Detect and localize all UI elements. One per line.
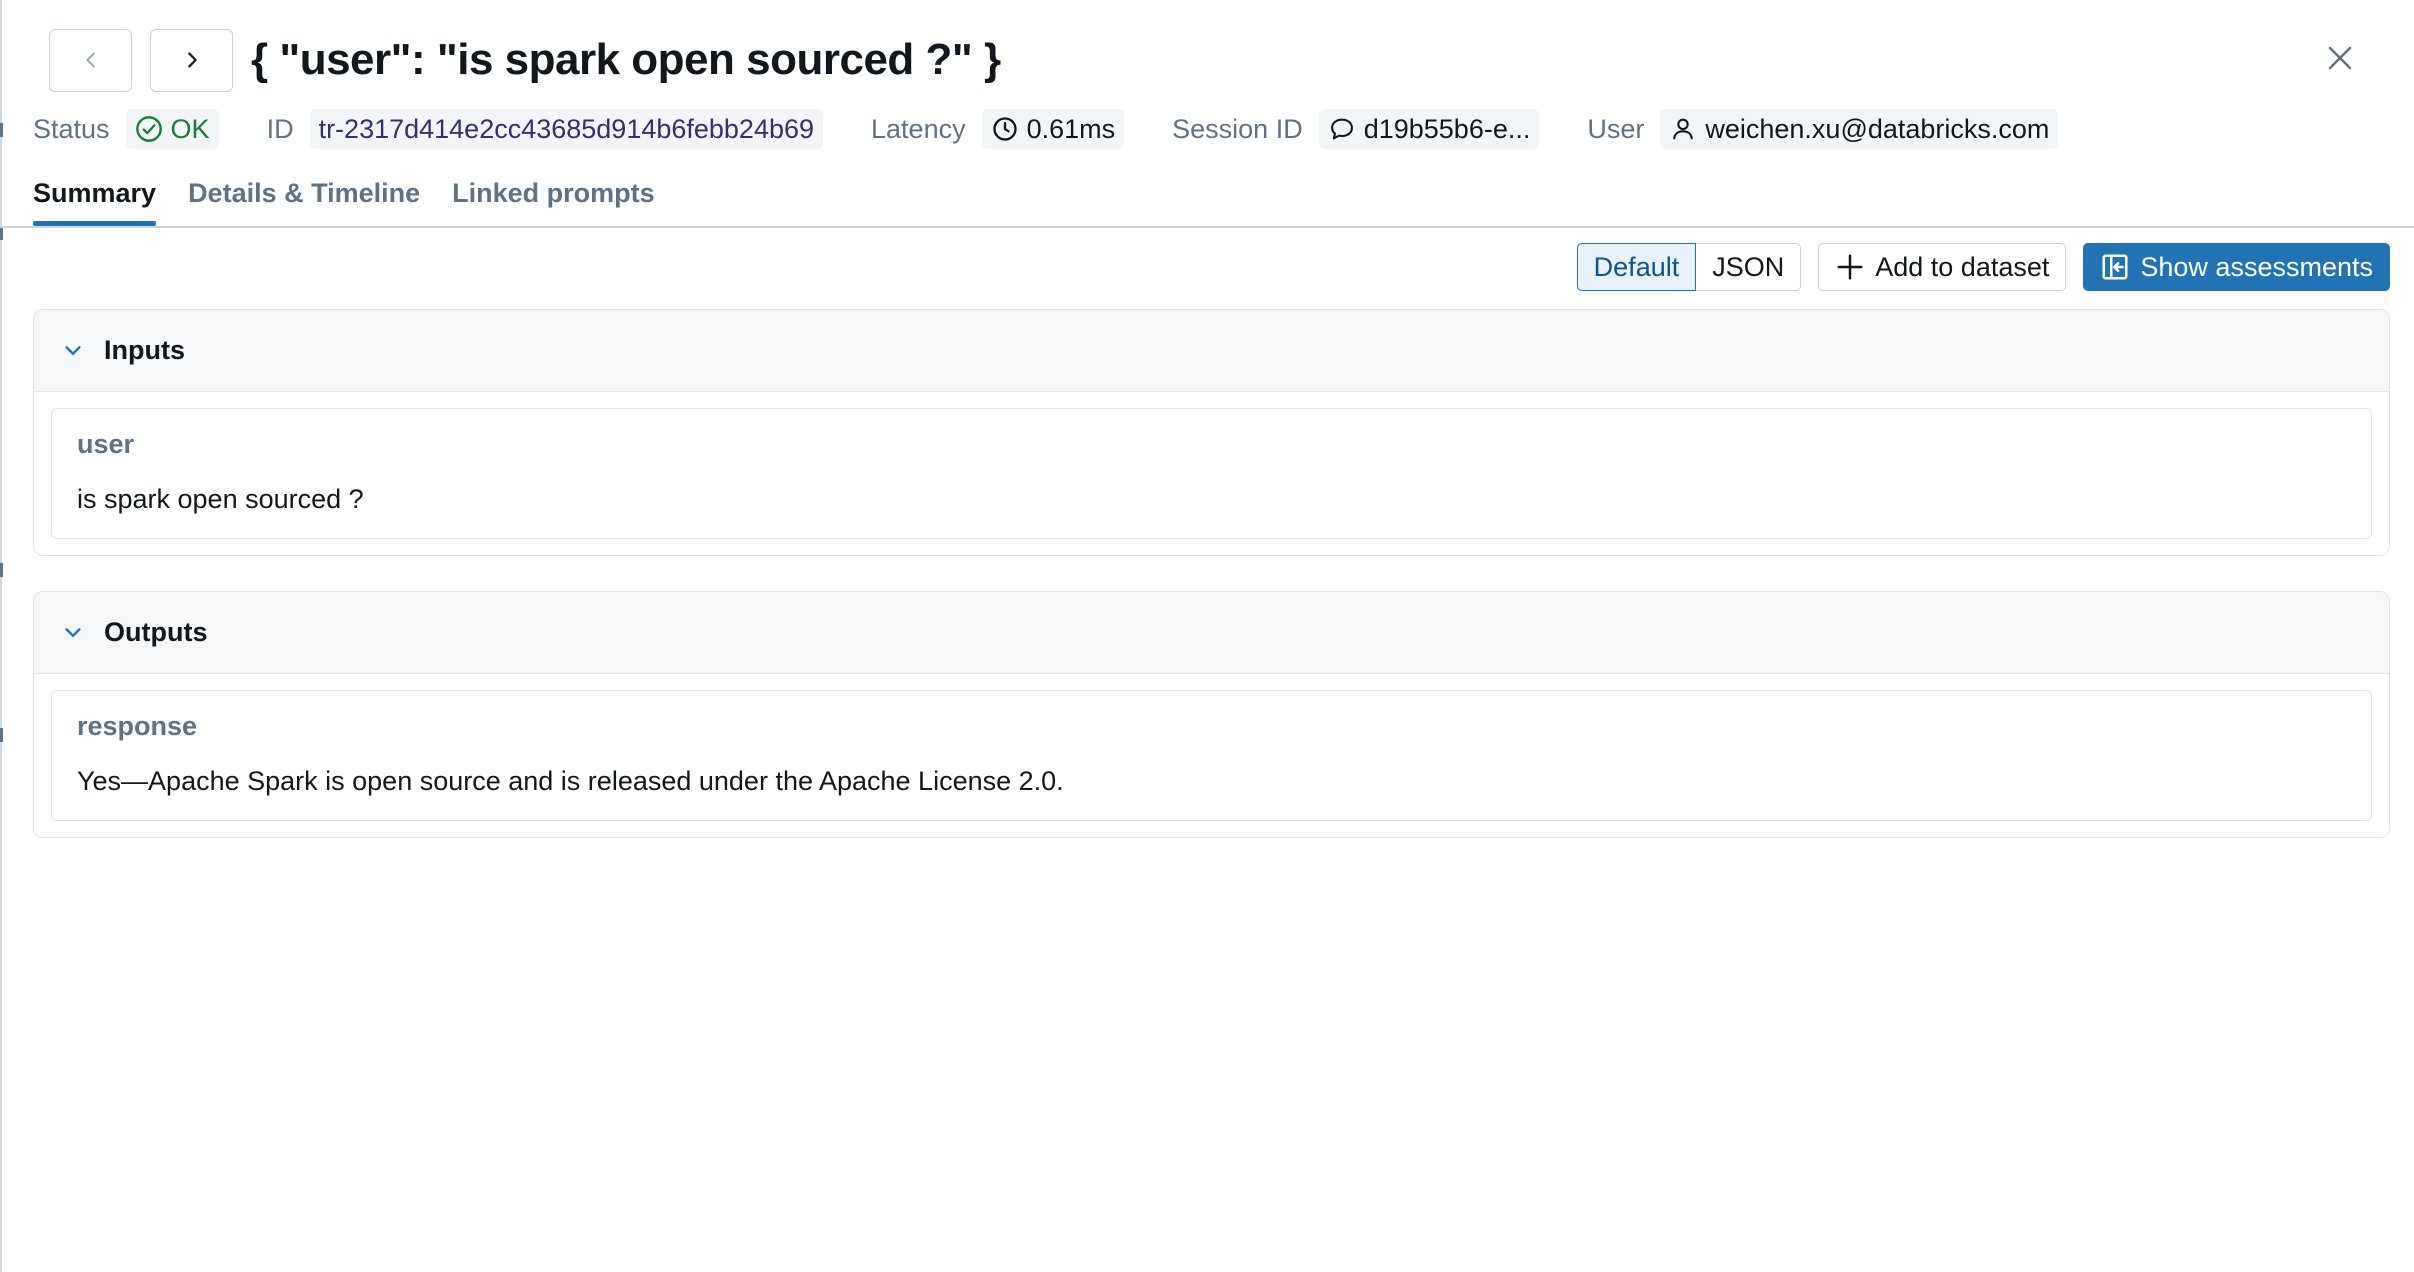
tab-bar: Summary Details & Timeline Linked prompt… xyxy=(33,166,655,226)
resize-handle-mark xyxy=(0,123,3,137)
tab-linked-prompts[interactable]: Linked prompts xyxy=(452,166,655,226)
input-key: user xyxy=(77,429,135,459)
outputs-section-header[interactable]: Outputs xyxy=(34,592,2389,674)
chevron-left-icon xyxy=(85,52,95,68)
page-title: { "user": "is spark open sourced ?" } xyxy=(251,35,1001,84)
tab-details-timeline[interactable]: Details & Timeline xyxy=(188,166,420,226)
speech-bubble-icon xyxy=(1330,118,1353,140)
session-id-badge[interactable]: d19b55b6-e... xyxy=(1318,109,1540,149)
outputs-section: Outputs response Yes—Apache Spark is ope… xyxy=(33,591,2390,838)
show-assessments-label: Show assessments xyxy=(2140,251,2373,282)
trace-id-badge[interactable]: tr-2317d414e2cc43685d914b6febb24b69 xyxy=(309,109,824,149)
add-to-dataset-button[interactable]: Add to dataset xyxy=(1818,243,2067,291)
trace-detail-panel: { "user": "is spark open sourced ?" } St… xyxy=(0,0,2414,1272)
session-id-label: Session ID xyxy=(1172,113,1303,144)
user-label: User xyxy=(1587,113,1645,144)
session-id-value: d19b55b6-e... xyxy=(1363,113,1531,144)
sidebar-expand-icon xyxy=(2102,254,2128,280)
status-value: OK xyxy=(170,113,210,144)
tabs-divider xyxy=(0,226,2414,228)
tab-summary[interactable]: Summary xyxy=(33,166,157,226)
view-mode-toggle: Default JSON xyxy=(1576,243,1802,291)
latency-badge: 0.61ms xyxy=(981,109,1125,149)
user-badge: weichen.xu@databricks.com xyxy=(1660,109,2059,149)
view-json-button[interactable]: JSON xyxy=(1696,243,1802,291)
outputs-section-title: Outputs xyxy=(104,617,208,647)
latency-label: Latency xyxy=(871,113,966,144)
user-value: weichen.xu@databricks.com xyxy=(1705,113,2050,144)
check-circle-icon xyxy=(135,116,162,142)
status-badge: OK xyxy=(125,109,219,149)
resize-handle-mark xyxy=(0,563,3,577)
previous-trace-button[interactable] xyxy=(49,28,132,92)
show-assessments-button[interactable]: Show assessments xyxy=(2083,243,2390,291)
input-value: is spark open sourced ? xyxy=(77,484,364,514)
clock-icon xyxy=(992,117,1017,141)
inputs-section-header[interactable]: Inputs xyxy=(34,310,2389,392)
output-key: response xyxy=(77,711,198,741)
user-icon xyxy=(1673,118,1694,140)
resize-handle-mark xyxy=(0,226,3,240)
summary-toolbar: Default JSON Add to dataset Show assessm… xyxy=(1576,243,2390,291)
chevron-down-icon xyxy=(65,345,81,355)
latency-value: 0.61ms xyxy=(1026,113,1116,144)
trace-metadata: Status OK ID tr-2317d414e2cc43685d914b6f… xyxy=(33,108,2059,150)
trace-header: { "user": "is spark open sourced ?" } xyxy=(49,28,1001,92)
chevron-right-icon xyxy=(187,52,197,68)
output-value: Yes—Apache Spark is open source and is r… xyxy=(77,766,1064,796)
output-field-card: response Yes—Apache Spark is open source… xyxy=(51,690,2372,821)
view-default-button[interactable]: Default xyxy=(1576,243,1697,291)
status-label: Status xyxy=(33,113,110,144)
chevron-down-icon xyxy=(65,627,81,637)
close-panel-button[interactable] xyxy=(2318,36,2362,80)
close-icon xyxy=(2328,46,2352,70)
input-field-card: user is spark open sourced ? xyxy=(51,408,2372,539)
plus-icon xyxy=(1837,254,1863,280)
id-label: ID xyxy=(266,113,294,144)
panel-left-border xyxy=(0,0,2,1272)
next-trace-button[interactable] xyxy=(150,28,233,92)
inputs-section: Inputs user is spark open sourced ? xyxy=(33,309,2390,556)
add-to-dataset-label: Add to dataset xyxy=(1875,251,2050,282)
resize-handle-mark xyxy=(0,728,3,742)
inputs-section-title: Inputs xyxy=(104,335,185,365)
